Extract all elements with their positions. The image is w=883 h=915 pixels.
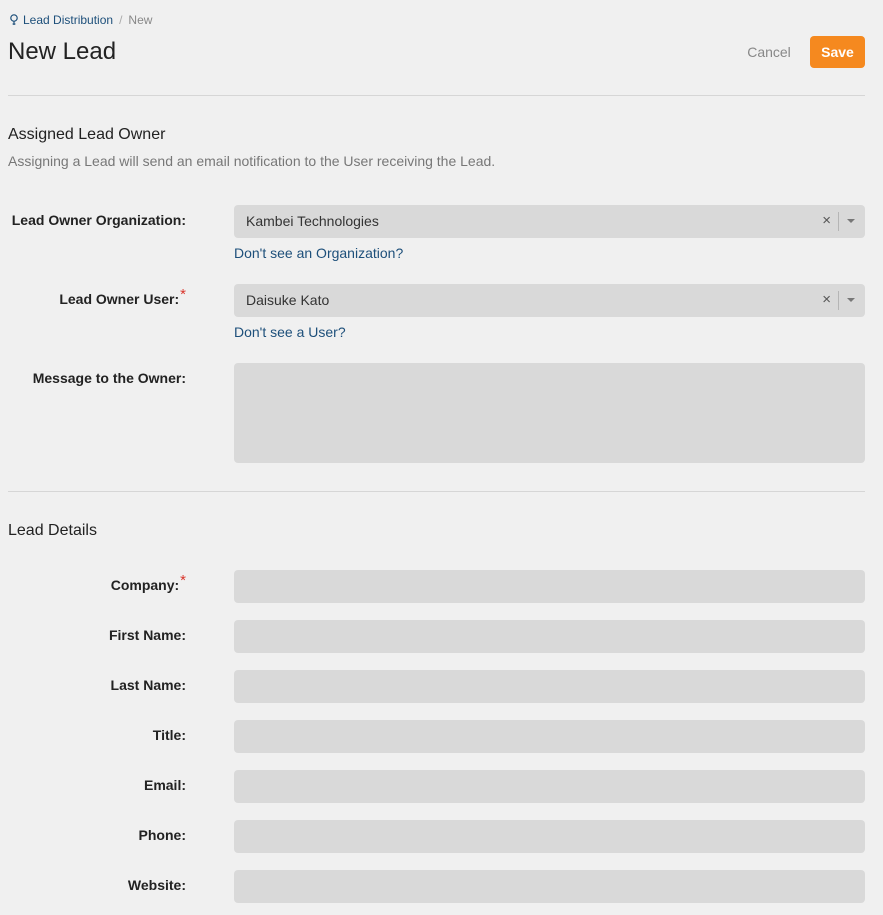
message-to-owner-label: Message to the Owner:: [32, 370, 186, 386]
last-name-label: Last Name:: [110, 677, 186, 693]
title-label: Title:: [152, 727, 186, 743]
new-lead-page: Lead Distribution / New New Lead Cancel …: [0, 0, 883, 915]
cancel-button[interactable]: Cancel: [736, 36, 802, 68]
organization-selected-value: Kambei Technologies: [246, 213, 379, 229]
save-button[interactable]: Save: [810, 36, 865, 68]
page-title: New Lead: [8, 38, 117, 65]
first-name-label: First Name:: [108, 627, 186, 643]
section-divider: [8, 491, 865, 492]
breadcrumb-separator: /: [119, 13, 123, 27]
details-section-title: Lead Details: [8, 522, 97, 539]
email-input[interactable]: [234, 770, 865, 803]
lead-owner-organization-select[interactable]: Kambei Technologies ×: [234, 205, 865, 238]
phone-input[interactable]: [234, 820, 865, 853]
clear-organization-icon[interactable]: ×: [822, 212, 831, 229]
select-separator: [838, 291, 839, 310]
breadcrumb: Lead Distribution / New: [9, 13, 152, 27]
message-to-owner-textarea[interactable]: [234, 363, 865, 463]
owner-section-description: Assigning a Lead will send an email noti…: [8, 153, 496, 169]
lead-owner-user-label: Lead Owner User:*: [59, 286, 186, 307]
required-marker: *: [180, 286, 186, 303]
company-input[interactable]: [234, 570, 865, 603]
company-label: Company:*: [110, 572, 186, 593]
chevron-down-icon[interactable]: [847, 219, 855, 223]
phone-label: Phone:: [138, 827, 186, 843]
lightbulb-icon: [10, 14, 18, 25]
breadcrumb-current: New: [128, 13, 153, 27]
owner-section-title: Assigned Lead Owner: [8, 126, 166, 143]
title-input[interactable]: [234, 720, 865, 753]
user-selected-value: Daisuke Kato: [246, 292, 330, 308]
lead-owner-user-select[interactable]: Daisuke Kato ×: [234, 284, 865, 317]
chevron-down-icon[interactable]: [847, 298, 855, 302]
breadcrumb-link-lead-distribution[interactable]: Lead Distribution: [23, 13, 113, 27]
missing-user-link[interactable]: Don't see a User?: [234, 324, 346, 340]
website-input[interactable]: [234, 870, 865, 903]
required-marker: *: [180, 572, 186, 589]
select-separator: [838, 212, 839, 231]
missing-organization-link[interactable]: Don't see an Organization?: [234, 245, 403, 261]
first-name-input[interactable]: [234, 620, 865, 653]
website-label: Website:: [127, 877, 186, 893]
last-name-input[interactable]: [234, 670, 865, 703]
email-label: Email:: [143, 777, 186, 793]
lead-owner-organization-label: Lead Owner Organization:: [11, 212, 186, 228]
header-divider: [8, 95, 865, 96]
clear-user-icon[interactable]: ×: [822, 291, 831, 308]
